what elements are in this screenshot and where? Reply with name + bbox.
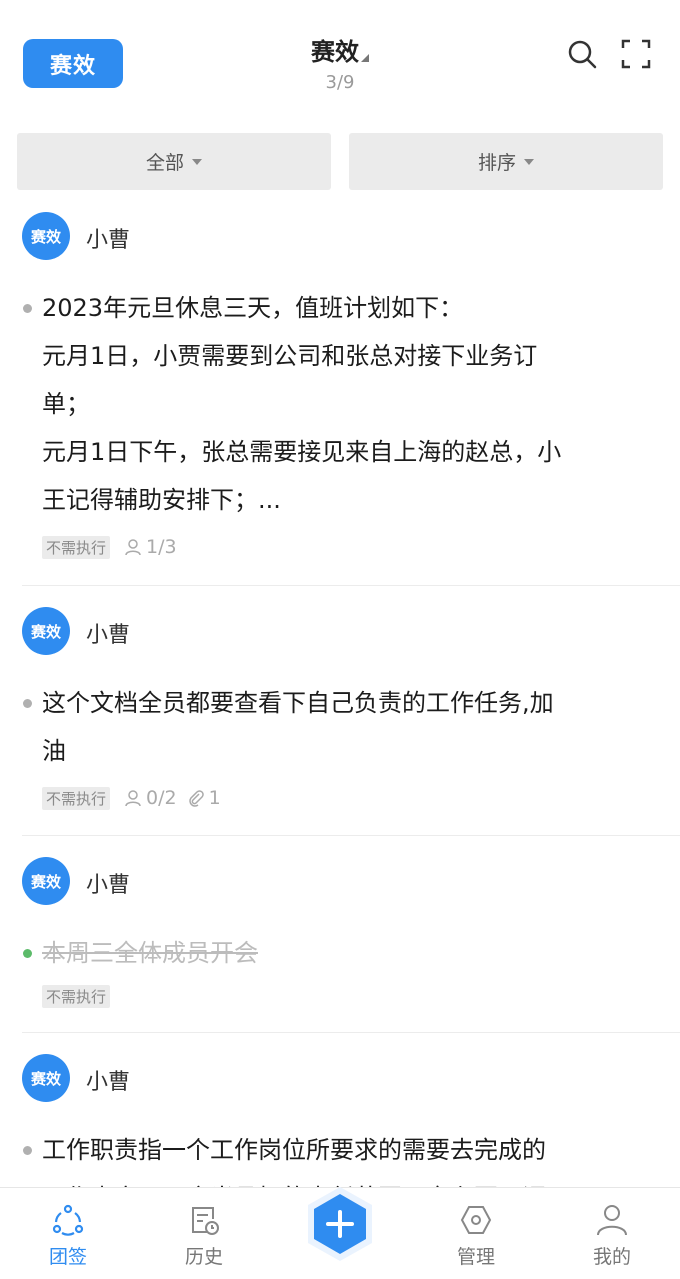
page-counter: 3/9 (325, 72, 355, 93)
person-icon (125, 790, 141, 807)
divider (22, 835, 680, 836)
search-icon[interactable] (566, 38, 598, 70)
note-content-completed: 本周三全体成员开会 (22, 929, 680, 977)
list-item[interactable]: 赛效 小曹 本周三全体成员开会 不需执行 (22, 857, 680, 1009)
members-value: 1/3 (146, 536, 177, 558)
status-badge: 不需执行 (42, 984, 111, 1008)
avatar: 赛效 (22, 1054, 70, 1102)
sort-label: 排序 (477, 152, 516, 174)
team-sign-icon (52, 1204, 84, 1236)
note-content: 这个文档全员都要查看下自己负责的工作任务,加 油 (22, 679, 680, 775)
note-line: 油 (42, 737, 66, 765)
members-count: 1/3 (124, 536, 177, 558)
page-title[interactable]: 赛效 (311, 38, 359, 66)
note-line: 工作职责指一个工作岗位所要求的需要去完成的 (42, 1136, 546, 1164)
attachments-value: 1 (208, 787, 221, 809)
note-line: 2023年元旦休息三天，值班计划如下： (42, 294, 464, 322)
tab-label: 团签 (48, 1246, 87, 1268)
caret-down-icon (524, 158, 534, 165)
status-badge: 不需执行 (42, 786, 111, 810)
author-name: 小曹 (86, 228, 131, 253)
app-header: 赛效 赛效 3/9 (0, 0, 680, 120)
list-item[interactable]: 赛效 小曹 2023年元旦休息三天，值班计划如下： 元月1日，小贾需要到公司和张… (22, 212, 680, 560)
members-value: 0/2 (146, 787, 177, 809)
paperclip-icon (188, 790, 204, 807)
author-name: 小曹 (86, 1070, 131, 1095)
filter-all-dropdown[interactable]: 全部 (17, 133, 331, 190)
divider (22, 1032, 680, 1033)
tab-label: 历史 (184, 1246, 223, 1268)
avatar: 赛效 (22, 212, 70, 260)
author-name: 小曹 (86, 873, 131, 898)
note-meta: 不需执行 (22, 983, 680, 1009)
tab-manage[interactable]: 管理 (421, 1188, 531, 1279)
sort-dropdown[interactable]: 排序 (349, 133, 663, 190)
note-line: 元月1日下午，张总需要接见来自上海的赵总，小 (42, 438, 562, 466)
avatar: 赛效 (22, 607, 70, 655)
bullet-dot (23, 304, 32, 313)
tab-label: 管理 (456, 1246, 495, 1268)
author-name: 小曹 (86, 623, 131, 648)
note-content: 2023年元旦休息三天，值班计划如下： 元月1日，小贾需要到公司和张总对接下业务… (22, 284, 680, 524)
note-meta: 不需执行 1/3 (22, 534, 680, 560)
note-line: 这个文档全员都要查看下自己负责的工作任务,加 (42, 689, 554, 717)
note-line: 本周三全体成员开会 (42, 939, 258, 967)
bullet-dot (23, 949, 32, 958)
note-line: 元月1日，小贾需要到公司和张总对接下业务订 (42, 342, 538, 370)
note-line: 单； (42, 390, 90, 418)
person-icon (125, 539, 141, 556)
tab-history[interactable]: 历史 (149, 1188, 259, 1279)
list-item[interactable]: 赛效 小曹 这个文档全员都要查看下自己负责的工作任务,加 油 不需执行 0/2 … (22, 607, 680, 811)
caret-down-icon (192, 158, 202, 165)
bottom-tab-bar: 团签 历史 管理 我的 (0, 1187, 680, 1279)
tab-label: 我的 (592, 1246, 631, 1268)
bullet-dot (23, 699, 32, 708)
bullet-dot (23, 1146, 32, 1155)
filter-all-label: 全部 (145, 152, 184, 174)
tab-team-sign[interactable]: 团签 (13, 1188, 123, 1279)
note-line: 王记得辅助安排下；... (42, 486, 281, 514)
tab-profile[interactable]: 我的 (557, 1188, 667, 1279)
filter-bar: 全部 排序 (17, 133, 663, 190)
caret-down-icon (361, 54, 369, 62)
manage-icon (460, 1206, 492, 1234)
divider (22, 585, 680, 586)
fullscreen-icon[interactable] (620, 38, 652, 70)
attachments-count: 1 (187, 787, 221, 809)
note-meta: 不需执行 0/2 1 (22, 785, 680, 811)
status-badge: 不需执行 (42, 535, 111, 559)
history-icon (192, 1207, 219, 1235)
add-button[interactable] (305, 1185, 375, 1263)
members-count: 0/2 (124, 787, 177, 809)
avatar: 赛效 (22, 857, 70, 905)
profile-icon (597, 1205, 627, 1236)
add-icon (308, 1187, 372, 1261)
